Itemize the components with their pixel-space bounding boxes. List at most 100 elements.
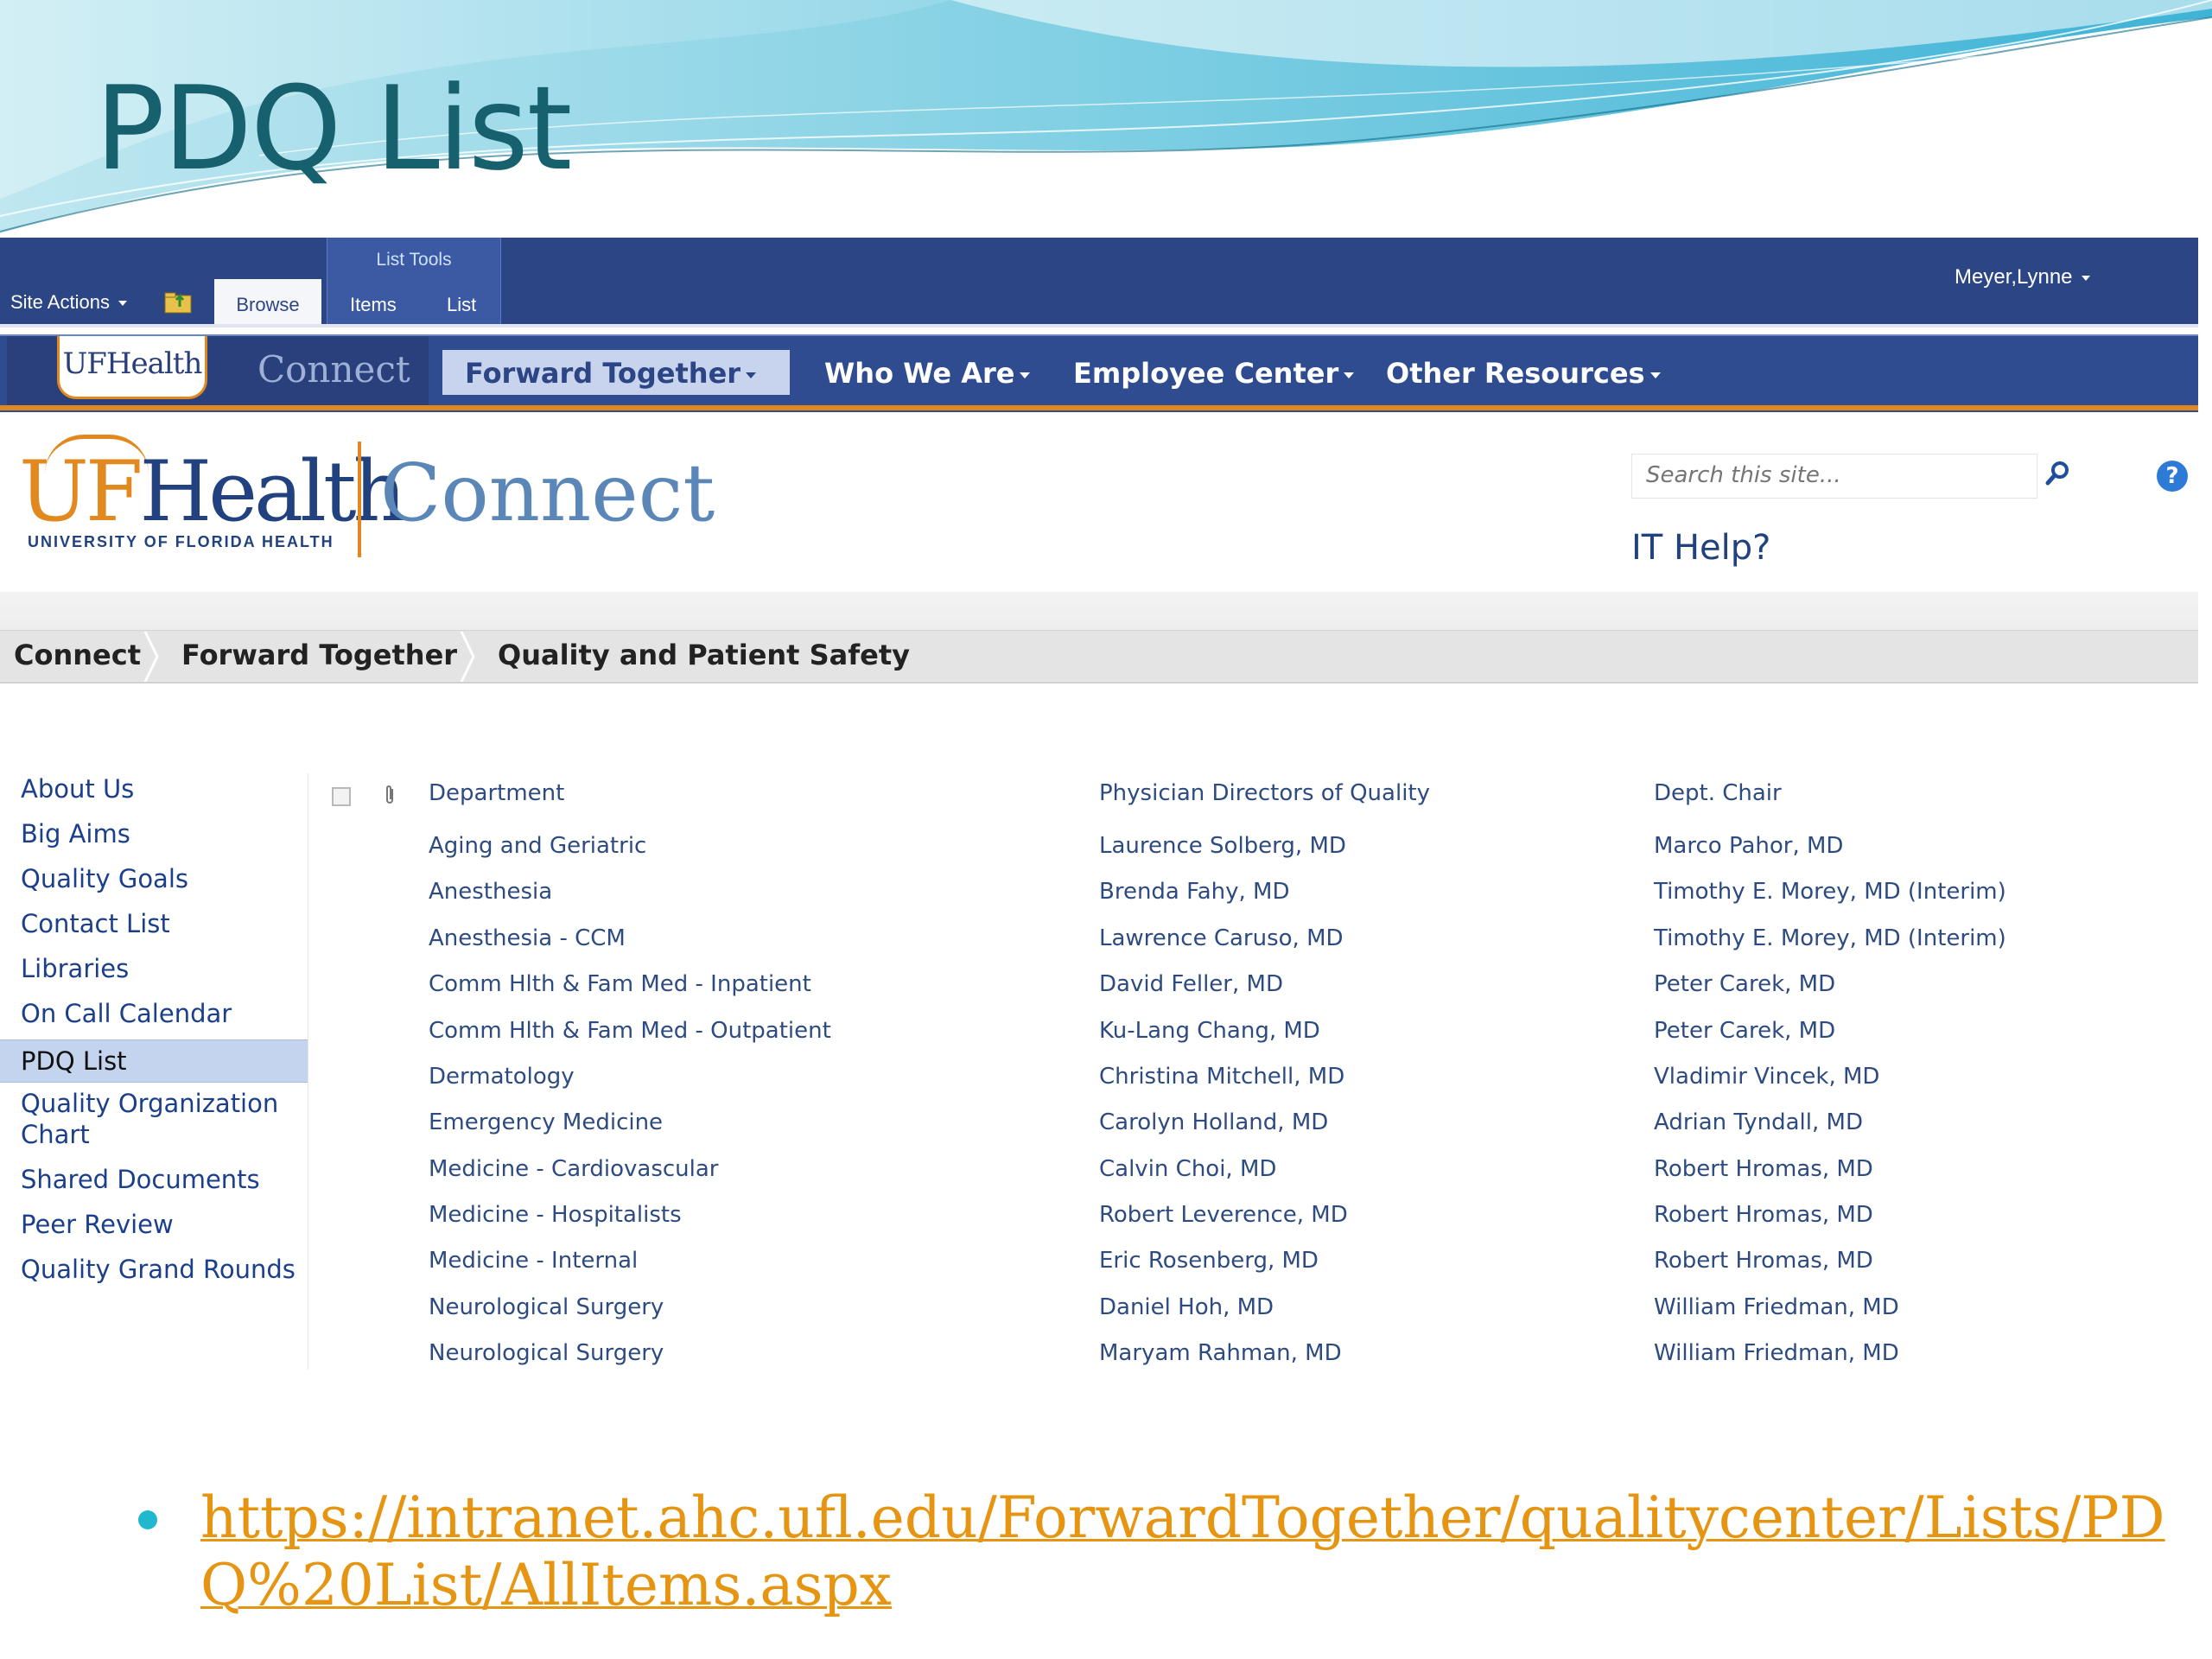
site-actions-menu[interactable]: Site Actions [10, 291, 127, 314]
logo-divider [358, 442, 361, 557]
ribbon-bar: Site Actions Browse List Tools Items Lis… [0, 238, 2198, 327]
cell-chair: Robert Hromas, MD [1654, 1248, 1873, 1274]
nav-item-who-we-are[interactable]: Who We Are [824, 350, 1031, 395]
url-line-1: https://intranet.ahc.ufl.edu/ForwardToge… [200, 1484, 2165, 1551]
column-header-department[interactable]: Department [429, 780, 564, 806]
cell-chair: Timothy E. Morey, MD (Interim) [1654, 879, 2006, 905]
cell-physician: Maryam Rahman, MD [1099, 1340, 1342, 1366]
leftnav-peer-review[interactable]: Peer Review [21, 1209, 306, 1240]
leftnav-quality-goals[interactable]: Quality Goals [21, 863, 306, 894]
cell-physician: Lawrence Caruso, MD [1099, 925, 1344, 951]
cell-chair: Marco Pahor, MD [1654, 833, 1844, 859]
logo-small-connect: Connect [257, 348, 410, 391]
breadcrumb-connect[interactable]: Connect [14, 639, 141, 671]
nav-item-forward-together[interactable]: Forward Together [442, 350, 790, 395]
cell-chair: William Friedman, MD [1654, 1340, 1899, 1366]
cell-chair: Robert Hromas, MD [1654, 1156, 1873, 1182]
chevron-down-icon [118, 301, 127, 307]
cell-chair: Peter Carek, MD [1654, 971, 1836, 997]
search-box [1631, 454, 2037, 499]
leftnav-quality-grand-rounds[interactable]: Quality Grand Rounds [21, 1254, 306, 1285]
cell-department[interactable]: Anesthesia - CCM [429, 925, 626, 951]
cell-department[interactable]: Dermatology [429, 1064, 575, 1090]
url-line-2: Q%20List/AllItems.aspx [200, 1552, 893, 1618]
leftnav-big-aims[interactable]: Big Aims [21, 818, 306, 849]
list-tools-group: List Tools Items List [327, 238, 501, 327]
cell-chair: Robert Hromas, MD [1654, 1202, 1873, 1228]
user-menu[interactable]: Meyer,Lynne [1955, 265, 2090, 289]
leftnav-libraries[interactable]: Libraries [21, 953, 306, 984]
brand-connect: Connect [380, 447, 715, 539]
select-all-checkbox[interactable] [332, 787, 351, 806]
cell-department[interactable]: Neurological Surgery [429, 1340, 664, 1366]
search-input[interactable] [1632, 454, 2030, 496]
cell-department[interactable]: Medicine - Internal [429, 1248, 638, 1274]
top-navigation: UFHealth Connect Forward Together Who We… [0, 334, 2198, 412]
nav-item-other-resources[interactable]: Other Resources [1386, 350, 1661, 395]
user-name: Meyer,Lynne [1955, 265, 2073, 289]
it-help-link[interactable]: IT Help? [1631, 528, 1770, 568]
cell-physician: Carolyn Holland, MD [1099, 1109, 1329, 1135]
list-tools-label: List Tools [376, 250, 452, 270]
cell-physician: Brenda Fahy, MD [1099, 879, 1290, 905]
cell-department[interactable]: Anesthesia [429, 879, 552, 905]
brand-subtitle: UNIVERSITY OF FLORIDA HEALTH [28, 533, 334, 550]
leftnav-quality-organization-chart[interactable]: Quality Organization Chart [21, 1088, 306, 1150]
cell-department[interactable]: Medicine - Hospitalists [429, 1202, 682, 1228]
leftnav-pdq-list[interactable]: PDQ List [0, 1039, 308, 1083]
cell-department[interactable]: Emergency Medicine [429, 1109, 663, 1135]
site-actions-label: Site Actions [10, 291, 110, 313]
cell-department[interactable]: Aging and Geriatric [429, 833, 646, 859]
intranet-screenshot: Site Actions Browse List Tools Items Lis… [0, 238, 2198, 1374]
breadcrumb-forward-together[interactable]: Forward Together [181, 639, 457, 671]
cell-physician: Calvin Choi, MD [1099, 1156, 1277, 1182]
nav-item-employee-center[interactable]: Employee Center [1073, 350, 1355, 395]
cell-chair: Timothy E. Morey, MD (Interim) [1654, 925, 2006, 951]
nav-logo-area: UFHealth Connect [7, 336, 429, 407]
cell-physician: Ku-Lang Chang, MD [1099, 1018, 1320, 1044]
breadcrumb-quality-patient-safety[interactable]: Quality and Patient Safety [498, 639, 910, 671]
site-logo[interactable]: UFHealth UNIVERSITY OF FLORIDA HEALTH Co… [19, 435, 715, 564]
cell-department[interactable]: Comm Hlth & Fam Med - Outpatient [429, 1018, 831, 1044]
tab-browse[interactable]: Browse [214, 279, 321, 327]
left-navigation: About Us Big Aims Quality Goals Contact … [0, 773, 308, 1370]
nav-item-label: Employee Center [1073, 357, 1339, 390]
chevron-down-icon [1020, 372, 1031, 378]
breadcrumb: Connect Forward Together Quality and Pat… [0, 592, 2198, 683]
cell-physician: Robert Leverence, MD [1099, 1202, 1348, 1228]
nav-item-label: Other Resources [1386, 357, 1645, 390]
leftnav-contact-list[interactable]: Contact List [21, 908, 306, 939]
cell-chair: Adrian Tyndall, MD [1654, 1109, 1863, 1135]
cell-chair: Vladimir Vincek, MD [1654, 1064, 1880, 1090]
cell-department[interactable]: Comm Hlth & Fam Med - Inpatient [429, 971, 811, 997]
cell-physician: David Feller, MD [1099, 971, 1283, 997]
nav-item-label: Forward Together [465, 357, 741, 390]
column-header-physician-directors[interactable]: Physician Directors of Quality [1099, 780, 1430, 806]
cell-department[interactable]: Neurological Surgery [429, 1294, 664, 1320]
chevron-down-icon [746, 372, 757, 378]
search-icon[interactable] [2043, 459, 2072, 488]
leftnav-on-call-calendar[interactable]: On Call Calendar [21, 998, 306, 1029]
leftnav-about-us[interactable]: About Us [21, 773, 306, 804]
ufhealth-small-logo[interactable]: UFHealth [57, 336, 207, 399]
breadcrumb-separator-icon [143, 632, 159, 682]
bullet-dot [138, 1510, 157, 1529]
pdq-list-url-link[interactable]: https://intranet.ahc.ufl.edu/ForwardToge… [200, 1484, 2165, 1619]
column-header-dept-chair[interactable]: Dept. Chair [1654, 780, 1782, 806]
tab-list[interactable]: List [447, 279, 476, 327]
attachment-icon [386, 785, 393, 804]
folder-up-icon[interactable] [164, 289, 194, 314]
cell-department[interactable]: Medicine - Cardiovascular [429, 1156, 719, 1182]
nav-accent-line [0, 405, 2198, 410]
brand-name: UFHealth [19, 443, 406, 540]
cell-chair: Peter Carek, MD [1654, 1018, 1836, 1044]
help-icon[interactable]: ? [2157, 461, 2188, 492]
cell-chair: William Friedman, MD [1654, 1294, 1899, 1320]
tab-items[interactable]: Items [350, 279, 397, 327]
logo-small-text: UFHealth [62, 346, 203, 381]
cell-physician: Eric Rosenberg, MD [1099, 1248, 1319, 1274]
breadcrumb-separator-icon [460, 632, 475, 682]
nav-item-label: Who We Are [824, 357, 1015, 390]
leftnav-shared-documents[interactable]: Shared Documents [21, 1164, 306, 1195]
cell-physician: Laurence Solberg, MD [1099, 833, 1346, 859]
